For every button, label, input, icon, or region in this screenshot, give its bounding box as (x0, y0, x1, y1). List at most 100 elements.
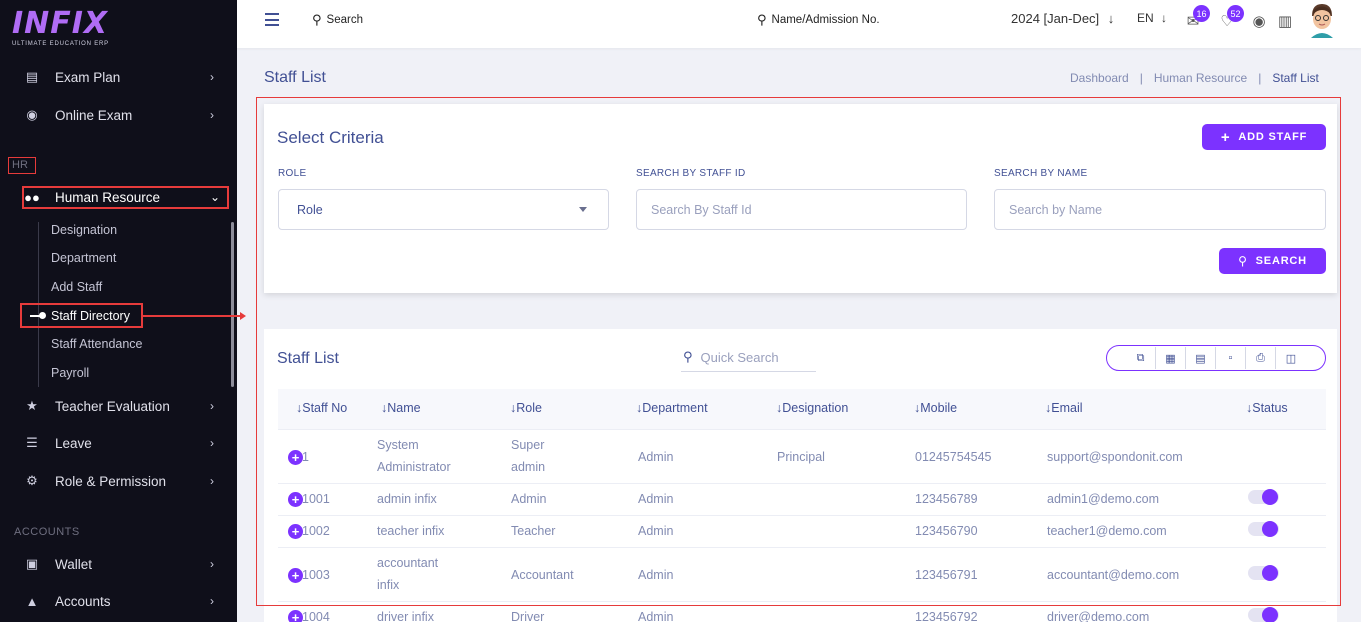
messages-icon[interactable]: ✉ 16 (1184, 5, 1210, 30)
cell-mobile: 123456789 (915, 492, 978, 506)
col-designation[interactable]: ↓Designation (776, 401, 848, 415)
toggle-knob (1262, 489, 1278, 505)
permission-icon: ⚙ (26, 473, 38, 488)
copy-icon[interactable]: ⧉ (1126, 347, 1156, 369)
search-icon: ⚲ (683, 349, 693, 364)
staff-list-title: Staff List (277, 350, 339, 367)
cell-role: Admin (511, 492, 547, 506)
sidebar-item-staff-attendance[interactable]: Staff Attendance (51, 337, 143, 351)
status-toggle[interactable] (1248, 565, 1279, 581)
col-label: Email (1051, 401, 1083, 415)
status-toggle[interactable] (1248, 607, 1279, 622)
col-status[interactable]: ↓Status (1246, 401, 1288, 415)
status-toggle[interactable] (1248, 489, 1279, 505)
chevron-right-icon: › (210, 557, 214, 571)
search-button[interactable]: ⚲ SEARCH (1219, 248, 1326, 274)
cell-name: System Administrator (377, 438, 451, 474)
col-label: Staff No (302, 401, 348, 415)
cell-mobile: 123456792 (915, 610, 978, 622)
cell-department: Admin (638, 450, 674, 464)
expand-row-icon[interactable]: + (288, 450, 303, 465)
sidebar-item-designation[interactable]: Designation (51, 223, 117, 237)
sidebar-item-label: Teacher Evaluation (55, 398, 170, 414)
sidebar-item-staff-directory[interactable]: Staff Directory (51, 309, 130, 323)
bank-icon: ▲ (25, 593, 39, 609)
sidebar-scrollbar[interactable] (231, 222, 234, 387)
role-select[interactable]: Role (278, 189, 609, 230)
add-staff-button[interactable]: + ADD STAFF (1202, 124, 1326, 150)
menu-toggle-icon[interactable] (265, 13, 279, 27)
role-label: ROLE (278, 168, 307, 179)
sidebar-item-role-permission[interactable]: ⚙ Role & Permission › (0, 466, 237, 496)
sidebar-item-wallet[interactable]: ▣ Wallet › (0, 549, 237, 579)
academic-year-label: 2024 [Jan-Dec] (1011, 11, 1100, 26)
col-label: Department (642, 401, 708, 415)
col-mobile[interactable]: ↓Mobile (914, 401, 957, 415)
sidebar: INFIX ULTIMATE EDUCATION ERP ▤ Exam Plan… (0, 0, 237, 622)
toggle-knob (1262, 607, 1278, 622)
globe-icon[interactable]: ◉ (1250, 12, 1268, 30)
cell-department: Admin (638, 492, 674, 506)
table-row[interactable]: + 1 System Administrator Super admin Adm… (278, 430, 1326, 484)
col-email[interactable]: ↓Email (1045, 401, 1083, 415)
sidebar-item-leave[interactable]: ☰ Leave › (0, 428, 237, 458)
chart-icon[interactable]: ▥ (1276, 12, 1294, 30)
header-search[interactable]: ⚲ Search (312, 12, 363, 28)
status-toggle[interactable] (1248, 521, 1279, 537)
search-icon: ⚲ (757, 12, 767, 27)
excel-icon[interactable]: ▦ (1156, 347, 1186, 369)
columns-icon[interactable]: ◫ (1276, 347, 1306, 369)
csv-icon[interactable]: ▤ (1186, 347, 1216, 369)
sidebar-item-label: Leave (55, 435, 92, 451)
criteria-title: Select Criteria (277, 128, 384, 147)
logo[interactable]: INFIX ULTIMATE EDUCATION ERP (12, 8, 122, 52)
table-row[interactable]: + 1004 driver infix Driver Admin 1234567… (278, 602, 1326, 622)
breadcrumb-separator: | (1258, 71, 1262, 85)
notification-bell-icon[interactable]: ♡ 52 (1218, 5, 1244, 30)
print-icon[interactable]: ⎙ (1246, 347, 1276, 369)
table-row[interactable]: + 1003 accountant infix Accountant Admin… (278, 548, 1326, 602)
expand-row-icon[interactable]: + (288, 492, 303, 507)
sidebar-item-label: Wallet (55, 556, 93, 572)
breadcrumb-dashboard[interactable]: Dashboard (1070, 71, 1129, 85)
sidebar-item-payroll[interactable]: Payroll (51, 366, 89, 380)
sidebar-item-teacher-evaluation[interactable]: ★ Teacher Evaluation › (0, 391, 237, 421)
sidebar-item-add-staff[interactable]: Add Staff (51, 280, 102, 294)
cell-role: Super admin (511, 438, 546, 474)
expand-row-icon[interactable]: + (288, 524, 303, 539)
sidebar-item-exam-plan[interactable]: ▤ Exam Plan › (0, 62, 237, 92)
col-staff-no[interactable]: ↓Staff No (296, 401, 347, 415)
expand-row-icon[interactable]: + (288, 610, 303, 622)
cell-email: support@spondonit.com (1047, 450, 1183, 464)
criteria-card: Select Criteria + ADD STAFF ROLE Role SE… (264, 104, 1337, 293)
sidebar-item-online-exam[interactable]: ◉ Online Exam › (0, 100, 237, 130)
quick-search-input[interactable]: ⚲ Quick Search (681, 343, 816, 372)
admission-search[interactable]: ⚲ Name/Admission No. (757, 12, 880, 28)
staff-id-placeholder: Search By Staff Id (651, 202, 752, 217)
language-select[interactable]: EN ↓ (1137, 11, 1167, 25)
breadcrumb: Dashboard | Human Resource | Staff List (1070, 71, 1319, 85)
cell-mobile: 123456790 (915, 524, 978, 538)
col-role[interactable]: ↓Role (510, 401, 542, 415)
table-row[interactable]: + 1001 admin infix Admin Admin 123456789… (278, 484, 1326, 516)
col-name[interactable]: ↓Name (381, 401, 421, 415)
staff-id-input[interactable]: Search By Staff Id (636, 189, 967, 230)
section-label-accounts: ACCOUNTS (14, 526, 80, 538)
messages-badge: 16 (1193, 5, 1210, 22)
cell-email: driver@demo.com (1047, 610, 1150, 622)
sidebar-item-department[interactable]: Department (51, 251, 116, 265)
cell-staff-no: 1002 (302, 524, 330, 538)
sidebar-item-accounts[interactable]: ▲ Accounts › (0, 586, 237, 616)
expand-row-icon[interactable]: + (288, 568, 303, 583)
annotation-connector (143, 315, 243, 317)
col-department[interactable]: ↓Department (636, 401, 708, 415)
pdf-icon[interactable]: ▫ (1216, 347, 1246, 369)
quick-search-placeholder: Quick Search (700, 349, 779, 365)
breadcrumb-human-resource[interactable]: Human Resource (1154, 71, 1247, 85)
col-label: Status (1252, 401, 1288, 415)
table-row[interactable]: + 1002 teacher infix Teacher Admin 12345… (278, 516, 1326, 548)
name-label: SEARCH BY NAME (994, 168, 1088, 179)
avatar[interactable] (1308, 2, 1336, 38)
academic-year-select[interactable]: 2024 [Jan-Dec] ↓ (1011, 11, 1114, 26)
name-input[interactable]: Search by Name (994, 189, 1326, 230)
